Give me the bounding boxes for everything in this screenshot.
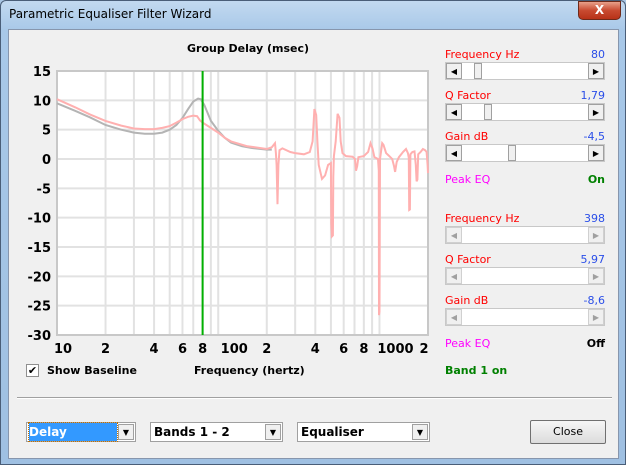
chevron-down-icon[interactable]: ▼	[118, 424, 134, 440]
arrow-left-icon[interactable]: ◀	[446, 145, 462, 161]
mode-dropdown-value: Equaliser	[301, 425, 364, 439]
x-tick-label: 10	[54, 342, 72, 357]
x-tick-label: 100	[221, 342, 248, 357]
arrow-right-icon[interactable]: ▶	[588, 63, 604, 79]
band2-frequency-hz-value: 398	[584, 212, 605, 225]
checkmark-icon: ✔	[27, 364, 38, 377]
arrow-right-icon[interactable]: ▶	[588, 145, 604, 161]
band2-gain-db-label: Gain dB	[445, 294, 489, 307]
chart-title: Group Delay (msec)	[187, 42, 310, 55]
band2-frequency-hz-label: Frequency Hz	[445, 212, 520, 225]
view-dropdown-value: Delay	[28, 422, 118, 442]
band2-q-factor-value: 5,97	[580, 253, 606, 266]
band1-q-factor-slider[interactable]: ◀ ▶	[445, 103, 605, 121]
x-tick-label: 4	[150, 342, 159, 357]
band2-state[interactable]: Off	[545, 337, 605, 350]
band-status: Band 1 on	[445, 364, 508, 377]
band1-gain-db-label: Gain dB	[445, 130, 489, 143]
y-tick-label: -30	[28, 329, 52, 344]
slider-thumb[interactable]	[508, 145, 517, 161]
arrow-left-icon[interactable]: ◀	[446, 268, 462, 284]
arrow-right-icon[interactable]: ▶	[588, 309, 604, 325]
x-tick-label: 1000	[377, 342, 413, 357]
y-tick-label: 15	[33, 65, 51, 80]
bands-dropdown[interactable]: Bands 1 - 2 ▼	[150, 422, 283, 442]
arrow-right-icon[interactable]: ▶	[588, 104, 604, 120]
arrow-left-icon[interactable]: ◀	[446, 309, 462, 325]
slider-thumb[interactable]	[484, 104, 493, 120]
x-tick-label: 8	[198, 342, 207, 357]
band1-type-label: Peak EQ	[445, 173, 491, 186]
x-tick-label: 2	[262, 342, 271, 357]
y-tick-label: -5	[37, 182, 51, 197]
y-tick-label: 0	[42, 153, 51, 168]
y-tick-label: -20	[28, 270, 52, 285]
arrow-right-icon[interactable]: ▶	[588, 268, 604, 284]
chevron-down-icon[interactable]: ▼	[412, 424, 428, 440]
arrow-right-icon[interactable]: ▶	[588, 227, 604, 243]
slider-thumb[interactable]	[473, 63, 482, 79]
y-tick-label: -10	[28, 212, 52, 227]
band1-q-factor-value: 1,79	[580, 89, 606, 102]
y-tick-label: 5	[42, 124, 51, 139]
close-button[interactable]: Close	[530, 420, 606, 444]
chevron-down-icon[interactable]: ▼	[265, 424, 281, 440]
band1-gain-db-value: -4,5	[583, 130, 605, 143]
separator	[17, 397, 612, 399]
window-close-button[interactable]: X	[578, 1, 621, 20]
x-tick-label: 2	[101, 342, 110, 357]
band2-gain-db-value: -8,6	[583, 294, 605, 307]
x-tick-label: 6	[178, 342, 187, 357]
y-tick-label: -15	[28, 241, 52, 256]
window-title: Parametric Equaliser Filter Wizard	[9, 7, 212, 21]
x-tick-label: 4	[311, 342, 320, 357]
band2-q-factor-slider[interactable]: ◀ ▶	[445, 267, 605, 285]
y-tick-label: -25	[28, 300, 52, 315]
x-tick-label: 2	[419, 342, 428, 357]
show-baseline-label[interactable]: Show Baseline	[47, 364, 137, 377]
band2-type-label: Peak EQ	[445, 337, 491, 350]
view-dropdown[interactable]: Delay ▼	[26, 422, 136, 442]
show-baseline-checkbox[interactable]: ✔	[26, 364, 39, 377]
band2-gain-db-slider[interactable]: ◀ ▶	[445, 308, 605, 326]
x-tick-label: 6	[339, 342, 348, 357]
x-tick-label: 8	[359, 342, 368, 357]
band1-gain-db-slider[interactable]: ◀ ▶	[445, 144, 605, 162]
band1-state[interactable]: On	[545, 173, 605, 186]
band1-frequency-hz-slider[interactable]: ◀ ▶	[445, 62, 605, 80]
y-tick-label: 10	[33, 94, 51, 109]
group-delay-chart: 151050-5-10-15-20-25-3010 2 4 6 8 100 2 4 6 8 1000…	[28, 65, 429, 357]
band1-frequency-hz-value: 80	[591, 48, 605, 61]
window: Parametric Equaliser Filter Wizard X Gro…	[0, 0, 626, 465]
band1-q-factor-label: Q Factor	[445, 89, 491, 102]
band2-q-factor-label: Q Factor	[445, 253, 491, 266]
arrow-left-icon[interactable]: ◀	[446, 227, 462, 243]
arrow-left-icon[interactable]: ◀	[446, 104, 462, 120]
bands-dropdown-value: Bands 1 - 2	[154, 425, 230, 439]
x-axis-label: Frequency (hertz)	[194, 364, 305, 377]
band2-frequency-hz-slider[interactable]: ◀ ▶	[445, 226, 605, 244]
band1-frequency-hz-label: Frequency Hz	[445, 48, 520, 61]
arrow-left-icon[interactable]: ◀	[446, 63, 462, 79]
mode-dropdown[interactable]: Equaliser ▼	[297, 422, 430, 442]
dialog-client: Group Delay (msec) 15 10 5 0 -5 -10 -15 -20 -25 -…	[8, 29, 619, 459]
